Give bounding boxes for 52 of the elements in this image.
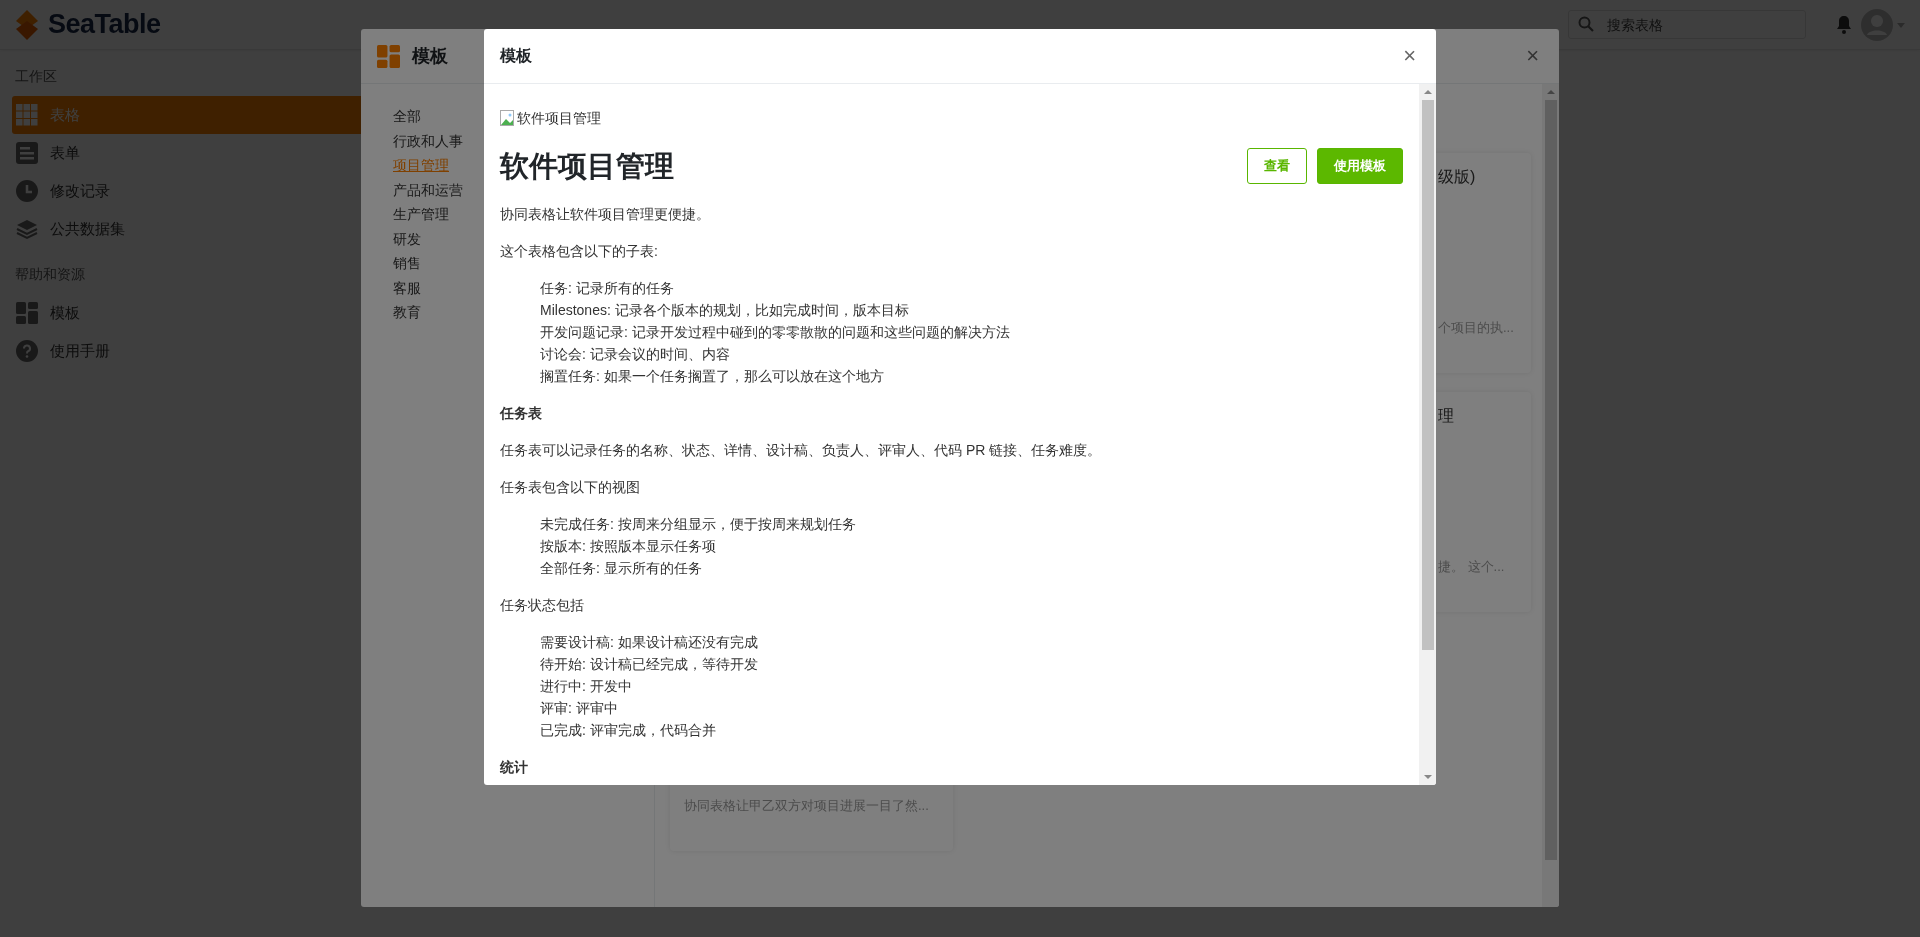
image-alt-text: 软件项目管理	[517, 109, 601, 128]
list-item: 讨论会: 记录会议的时间、内容	[540, 345, 731, 364]
card-title: 级版)	[1438, 167, 1477, 187]
category-link[interactable]: 行政和人事	[393, 129, 463, 154]
scrollbar[interactable]	[1542, 84, 1559, 907]
list-item: 开发问题记录: 记录开发过程中碰到的零零散散的问题和这些问题的解决方法	[540, 323, 1011, 342]
form-icon	[16, 142, 38, 164]
list-item: 未完成任务: 按周来分组显示，便于按周来规划任务	[540, 515, 857, 534]
search-icon	[1578, 16, 1594, 32]
list-item: 待开始: 设计稿已经完成，等待开发	[540, 655, 759, 674]
list-item: 已完成: 评审完成，代码合并	[540, 721, 717, 740]
category-link[interactable]: 生产管理	[393, 203, 449, 228]
section-heading: 任务表	[500, 404, 543, 423]
list-item: 搁置任务: 如果一个任务搁置了，那么可以放在这个地方	[540, 367, 885, 386]
logo-icon	[14, 9, 40, 40]
category-link[interactable]: 客服	[393, 276, 421, 301]
list-item: 全部任务: 显示所有的任务	[540, 559, 703, 578]
category-link[interactable]: 项目管理	[393, 154, 449, 179]
close-button[interactable]: ×	[1522, 45, 1543, 67]
bell-icon[interactable]	[1836, 15, 1852, 34]
grid-icon	[16, 104, 38, 126]
list-item: 评审: 评审中	[540, 699, 619, 718]
category-link[interactable]: 教育	[393, 301, 421, 326]
paragraph: 任务状态包括	[500, 596, 585, 615]
broken-image-icon	[500, 110, 516, 126]
layers-icon	[16, 218, 38, 240]
logo-text: SeaTable	[48, 9, 161, 40]
template-icon	[16, 302, 38, 324]
close-button[interactable]: ×	[1399, 45, 1420, 67]
scrollbar[interactable]	[1419, 84, 1436, 785]
list-item: 按版本: 按照版本显示任务项	[540, 537, 717, 556]
template-icon	[377, 44, 400, 68]
list-item: 需要设计稿: 如果设计稿还没有完成	[540, 633, 759, 652]
paragraph: 任务表可以记录任务的名称、状态、详情、设计稿、负责人、评审人、代码 PR 链接、任务难度。	[500, 441, 1103, 460]
paragraph: 这个表格包含以下的子表:	[500, 242, 659, 261]
category-link[interactable]: 全部	[393, 105, 421, 130]
category-link[interactable]: 研发	[393, 227, 421, 252]
use-template-button[interactable]: 使用模板	[1317, 148, 1403, 184]
category-link[interactable]: 产品和运营	[393, 178, 463, 203]
list-item: 进行中: 开发中	[540, 677, 633, 696]
clock-icon	[16, 180, 38, 202]
dialog-title: 模板	[412, 45, 448, 68]
help-icon	[16, 340, 38, 362]
section-heading: 统计	[500, 758, 529, 777]
view-button[interactable]: 查看	[1247, 148, 1307, 184]
list-item: Milestones: 记录各个版本的规划，比如完成时间，版本目标	[540, 301, 910, 320]
dialog-title: 模板	[500, 45, 532, 66]
category-link[interactable]: 销售	[393, 252, 421, 277]
paragraph: 协同表格让软件项目管理更便捷。	[500, 205, 711, 224]
list-item: 任务: 记录所有的任务	[540, 279, 675, 298]
paragraph: 任务表包含以下的视图	[500, 478, 641, 497]
card-title: 理	[1438, 406, 1455, 426]
